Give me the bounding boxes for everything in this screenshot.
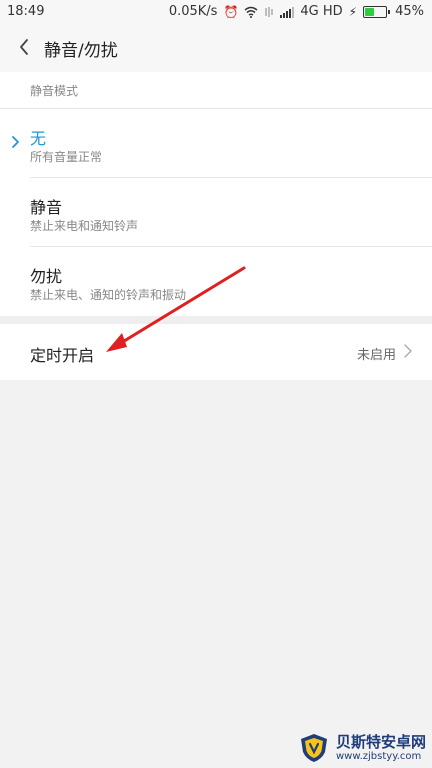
watermark: 贝斯特安卓网 www.zjbstyy.com [298, 732, 426, 764]
option-subtitle: 禁止来电、通知的铃声和振动 [30, 288, 187, 302]
selected-chevron-icon [12, 136, 19, 148]
chevron-right-icon [404, 344, 412, 358]
alarm-icon: ⏰ [223, 4, 239, 19]
option-title: 无 [30, 129, 47, 148]
section-gap [0, 316, 432, 324]
status-bar: 18:49 0.05K/s ⏰ 4G HD ⚡ 45% [0, 0, 432, 24]
watermark-text: 贝斯特安卓网 www.zjbstyy.com [336, 734, 426, 762]
mode-card: 静音模式 无 所有音量正常 静音 禁止来电和通知铃声 勿扰 禁止来电、通知的铃声… [0, 72, 432, 316]
option-subtitle: 禁止来电和通知铃声 [30, 219, 139, 233]
network-type: 4G HD [300, 4, 343, 19]
option-do-not-disturb[interactable]: 勿扰 禁止来电、通知的铃声和振动 [0, 247, 432, 315]
battery-percent: 45% [395, 4, 424, 19]
battery-icon [363, 5, 391, 18]
option-none[interactable]: 无 所有音量正常 [0, 109, 432, 177]
wifi-icon [244, 6, 258, 18]
option-title: 勿扰 [30, 267, 63, 286]
back-button[interactable] [12, 34, 38, 60]
watermark-url: www.zjbstyy.com [335, 750, 422, 762]
scheduled-on-row[interactable]: 定时开启 未启用 [0, 324, 432, 380]
screen: 18:49 0.05K/s ⏰ 4G HD ⚡ 45% 静音/勿扰 静音模式 无… [0, 0, 432, 768]
mute-signal-icon [265, 6, 273, 17]
battery-fill [365, 7, 375, 16]
charging-icon: ⚡ [348, 4, 358, 19]
app-header: 静音/勿扰 [0, 24, 432, 72]
net-speed: 0.05K/s [168, 4, 218, 19]
watermark-name: 贝斯特安卓网 [335, 733, 426, 752]
page-title: 静音/勿扰 [44, 41, 118, 61]
row-value: 未启用 [356, 348, 396, 363]
status-time: 18:49 [7, 4, 45, 19]
shield-logo-icon [300, 734, 327, 762]
signal-icon [280, 6, 295, 18]
option-silent[interactable]: 静音 禁止来电和通知铃声 [0, 178, 432, 246]
status-right: 0.05K/s ⏰ 4G HD ⚡ 45% [169, 4, 424, 19]
option-title: 静音 [30, 198, 63, 217]
chevron-left-icon [20, 39, 28, 55]
row-label: 定时开启 [30, 346, 95, 365]
option-subtitle: 所有音量正常 [30, 150, 103, 164]
section-label: 静音模式 [30, 84, 79, 98]
